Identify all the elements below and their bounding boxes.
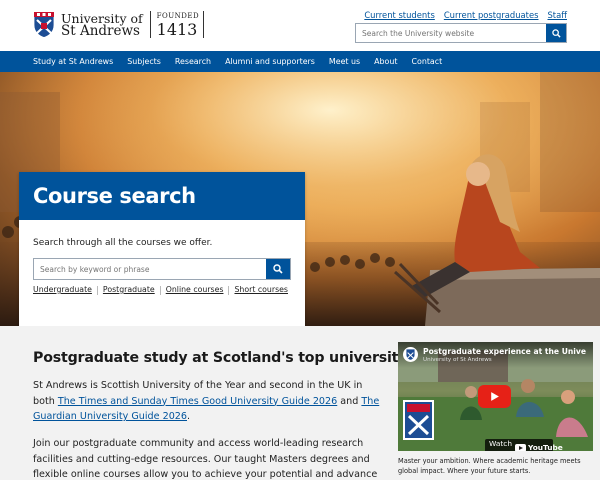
quick-links: Current students Current postgraduates S… bbox=[364, 10, 567, 20]
postgraduate-intro-paragraph: St Andrews is Scottish University of the… bbox=[33, 378, 385, 425]
university-crest-icon bbox=[406, 349, 415, 360]
link-undergraduate[interactable]: Undergraduate bbox=[33, 285, 92, 295]
nav-alumni[interactable]: Alumni and supporters bbox=[225, 57, 315, 66]
course-search-subtitle: Search through all the courses we offer. bbox=[33, 238, 213, 248]
play-button[interactable] bbox=[478, 385, 511, 408]
site-search-button[interactable] bbox=[546, 24, 566, 42]
course-search-card: Course search Search through all the cou… bbox=[19, 172, 305, 326]
intro-text-mid: and bbox=[337, 395, 362, 407]
main-navigation: Study at St Andrews Subjects Research Al… bbox=[0, 51, 600, 72]
link-staff[interactable]: Staff bbox=[547, 10, 567, 20]
founded-block: FOUNDED 1413 bbox=[157, 12, 199, 38]
nav-meet-us[interactable]: Meet us bbox=[329, 57, 360, 66]
youtube-label: YouTube bbox=[528, 443, 563, 451]
university-crest-icon bbox=[33, 11, 55, 38]
video-caption: Master your ambition. Where academic her… bbox=[398, 457, 581, 475]
youtube-icon bbox=[515, 443, 527, 451]
video-title[interactable]: Postgraduate experience at the Unive bbox=[423, 347, 586, 356]
course-search-input[interactable] bbox=[34, 259, 266, 279]
video-channel[interactable]: University of St Andrews bbox=[423, 357, 492, 363]
postgraduate-section: Postgraduate study at Scotland's top uni… bbox=[0, 326, 600, 480]
logo-divider bbox=[149, 11, 151, 38]
link-postgraduate[interactable]: Postgraduate bbox=[103, 285, 155, 295]
search-icon bbox=[551, 28, 561, 38]
founded-year: 1413 bbox=[156, 19, 198, 39]
watch-on-label: Watch on bbox=[489, 438, 513, 452]
nav-subjects[interactable]: Subjects bbox=[127, 57, 161, 66]
play-icon bbox=[491, 392, 499, 401]
nav-study[interactable]: Study at St Andrews bbox=[33, 57, 113, 66]
logo-wordmark: University of St Andrews bbox=[61, 12, 143, 38]
link-times-guide[interactable]: The Times and Sunday Times Good Universi… bbox=[58, 396, 337, 407]
watch-on-youtube[interactable]: Watch on YouTube bbox=[485, 438, 563, 452]
course-search-box bbox=[33, 258, 291, 280]
university-shield-badge bbox=[403, 400, 434, 440]
site-search-input[interactable] bbox=[356, 24, 546, 42]
course-search-title-bar: Course search bbox=[19, 172, 305, 220]
site-header: University of St Andrews FOUNDED 1413 Cu… bbox=[0, 0, 600, 51]
link-separator bbox=[228, 286, 230, 295]
video-embed[interactable]: Postgraduate experience at the Unive Uni… bbox=[398, 342, 593, 451]
logo-divider-right bbox=[203, 11, 205, 38]
logo-line-2: St Andrews bbox=[61, 22, 140, 39]
university-crest-icon bbox=[407, 404, 430, 436]
course-search-heading: Course search bbox=[33, 184, 196, 208]
site-search bbox=[355, 23, 567, 43]
nav-research[interactable]: Research bbox=[175, 57, 211, 66]
university-logo[interactable]: University of St Andrews FOUNDED 1413 bbox=[33, 11, 205, 38]
nav-contact[interactable]: Contact bbox=[411, 57, 442, 66]
hero-banner: Course search Search through all the cou… bbox=[0, 72, 600, 326]
nav-about[interactable]: About bbox=[374, 57, 397, 66]
intro-text-end: . bbox=[187, 411, 191, 422]
link-current-students[interactable]: Current students bbox=[364, 10, 435, 20]
link-online-courses[interactable]: Online courses bbox=[166, 285, 224, 295]
link-current-postgraduates[interactable]: Current postgraduates bbox=[444, 10, 539, 20]
search-icon bbox=[273, 264, 283, 274]
postgraduate-community-paragraph: Join our postgraduate community and acce… bbox=[33, 438, 378, 480]
course-type-links: Undergraduate Postgraduate Online course… bbox=[33, 285, 288, 295]
link-separator bbox=[96, 286, 98, 295]
channel-avatar[interactable] bbox=[403, 347, 418, 362]
postgraduate-heading: Postgraduate study at Scotland's top uni… bbox=[33, 350, 408, 366]
link-separator bbox=[159, 286, 161, 295]
link-short-courses[interactable]: Short courses bbox=[234, 285, 288, 295]
youtube-logo: YouTube bbox=[515, 443, 563, 451]
course-search-button[interactable] bbox=[266, 259, 290, 279]
